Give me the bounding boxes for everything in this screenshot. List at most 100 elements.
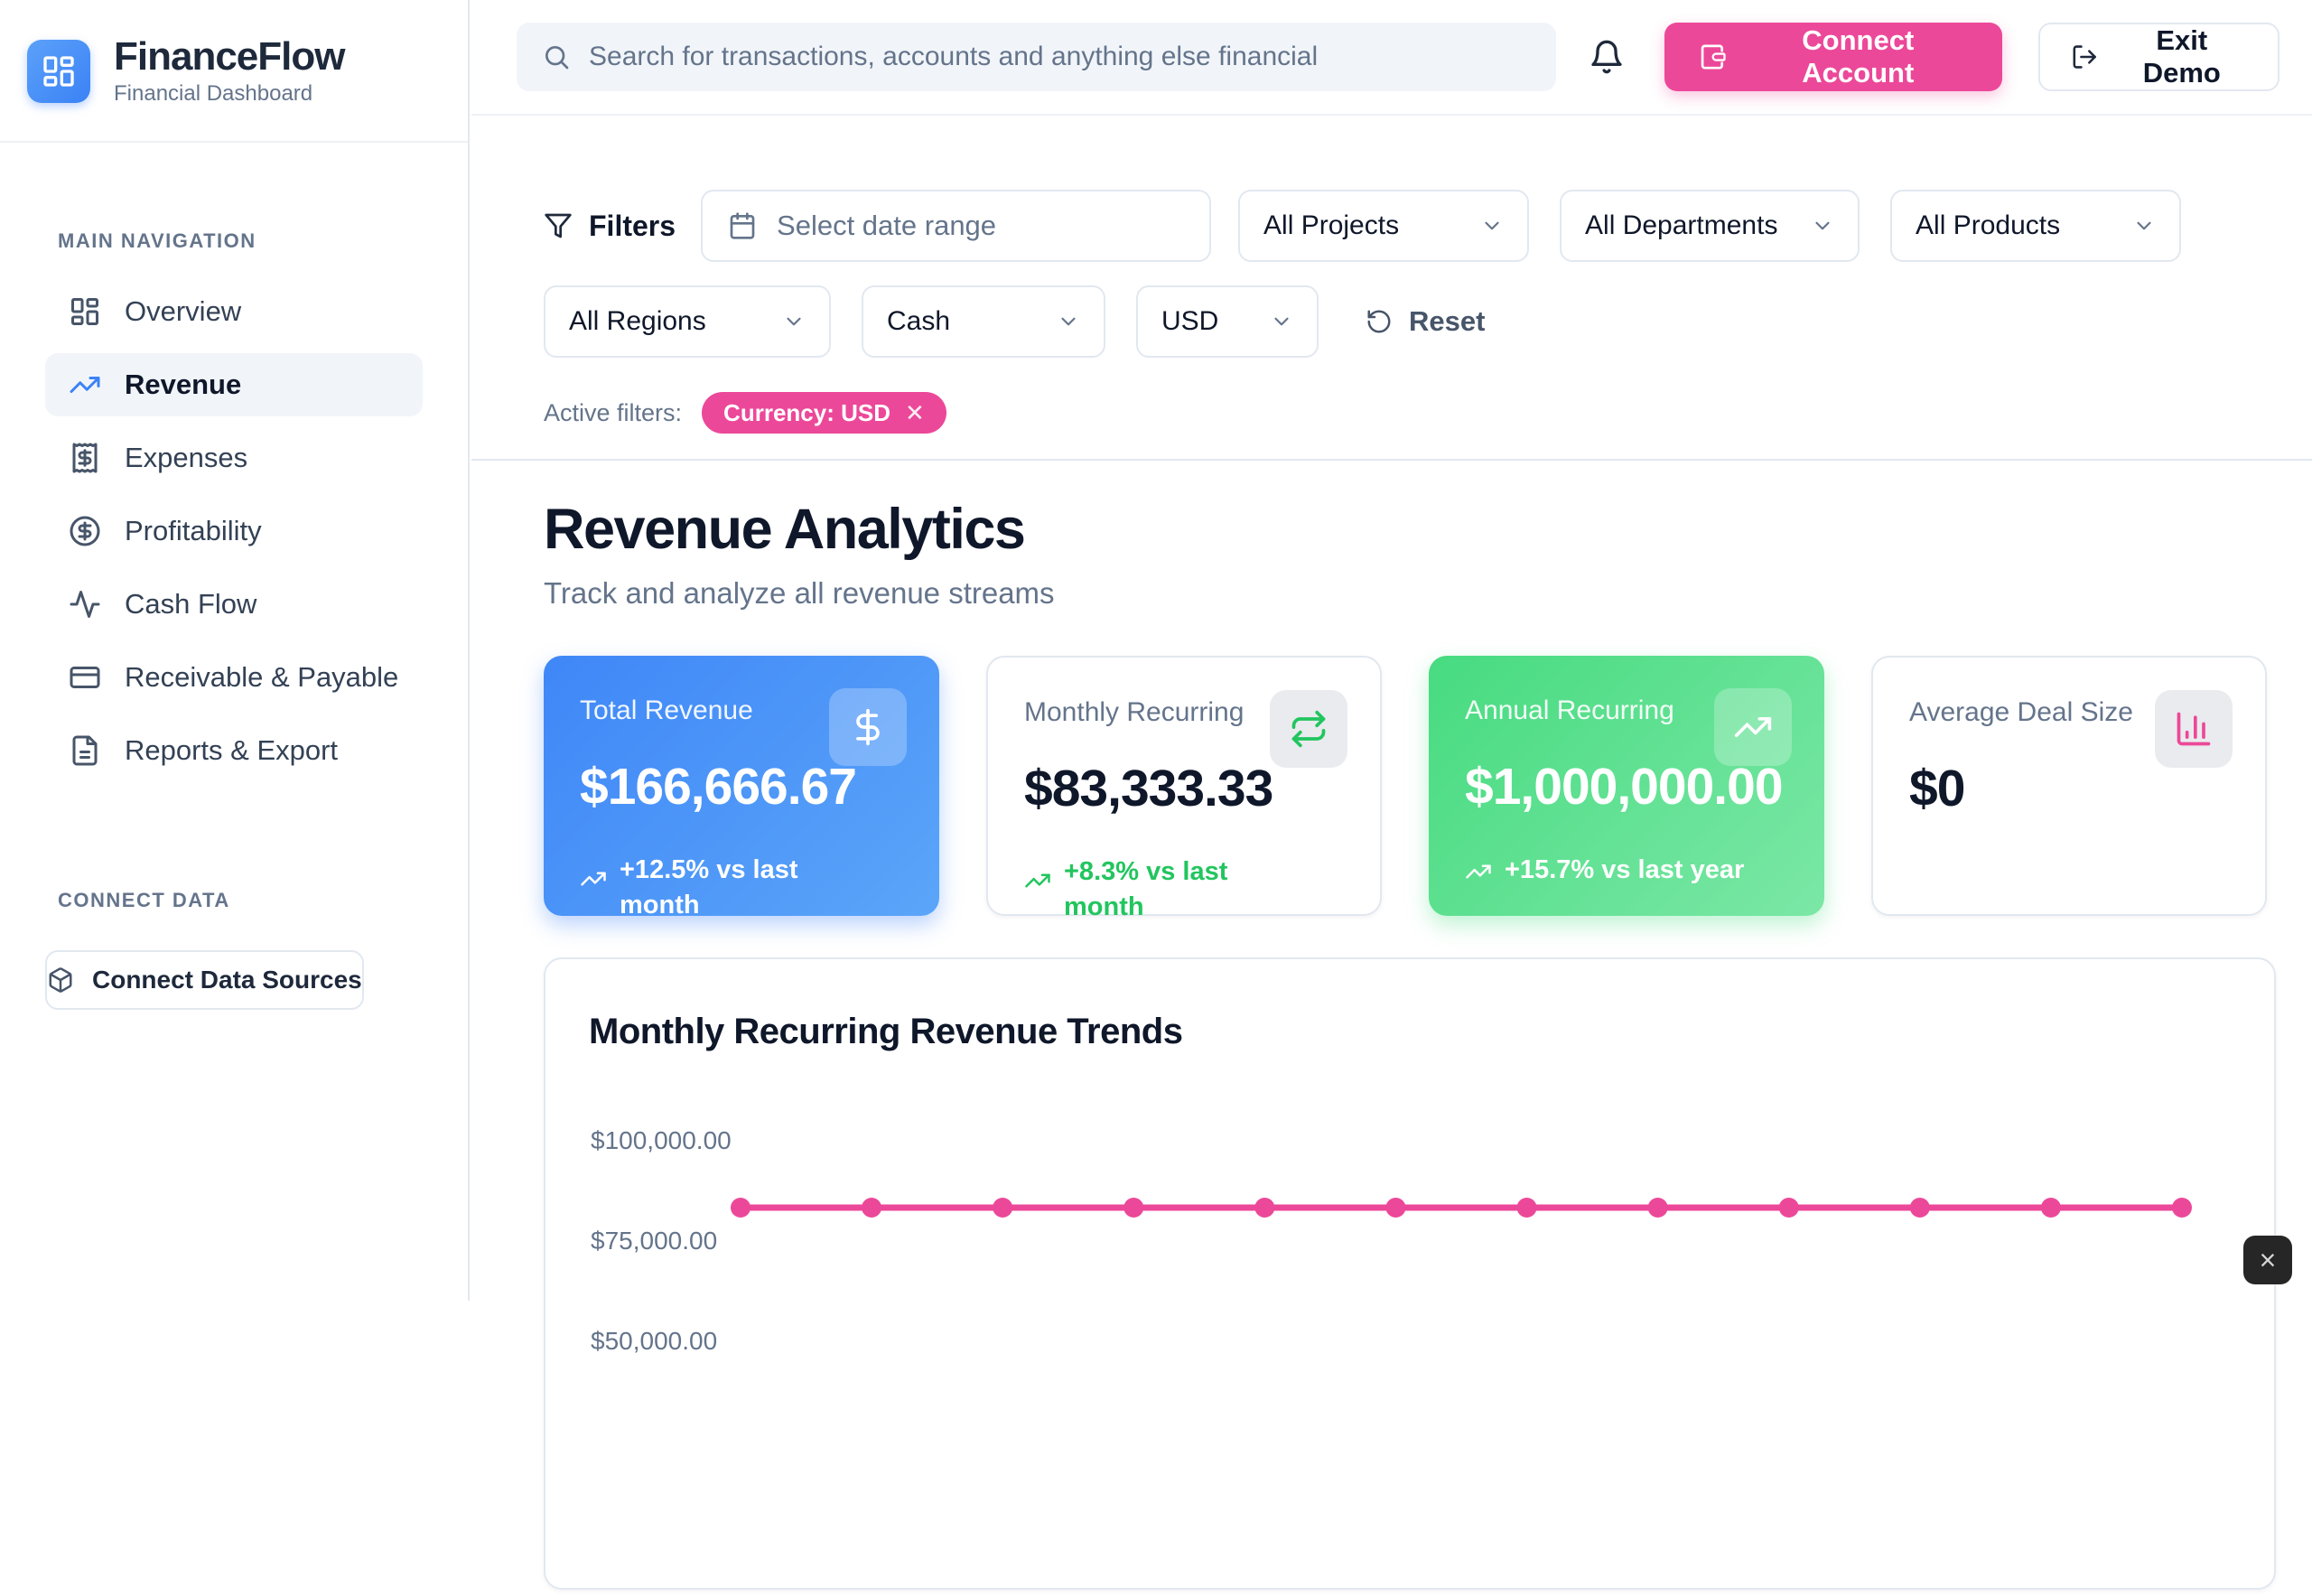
trending-up-icon xyxy=(1733,707,1773,747)
credit-card-icon xyxy=(69,661,101,694)
mrr-line-chart[interactable]: $100,000.00 $75,000.00 $50,000.00 xyxy=(545,959,2278,1591)
sidebar-item-expenses[interactable]: Expenses xyxy=(45,426,423,490)
notifications-button[interactable] xyxy=(1589,39,1625,75)
regions-dropdown[interactable]: All Regions xyxy=(544,285,831,358)
remove-filter-icon[interactable]: ✕ xyxy=(905,401,925,425)
data-point[interactable] xyxy=(1123,1198,1143,1218)
page-title: Revenue Analytics xyxy=(544,497,2276,562)
reset-filters-button[interactable]: Reset xyxy=(1366,305,1485,338)
departments-dropdown-value: All Departments xyxy=(1585,210,1777,241)
sidebar-item-overview[interactable]: Overview xyxy=(45,280,423,343)
sidebar-item-cash-flow[interactable]: Cash Flow xyxy=(45,573,423,636)
connect-account-button[interactable]: Connect Account xyxy=(1664,23,2002,91)
data-point[interactable] xyxy=(1517,1198,1537,1218)
sidebar-item-label: Profitability xyxy=(125,515,262,547)
wallet-icon xyxy=(1699,42,1728,72)
dollar-sign-icon xyxy=(848,707,888,747)
currency-dropdown-value: USD xyxy=(1161,306,1218,337)
reset-label: Reset xyxy=(1409,305,1485,338)
sidebar-item-profitability[interactable]: Profitability xyxy=(45,499,423,563)
repeat-icon xyxy=(1289,709,1328,749)
search-input[interactable] xyxy=(589,42,1531,72)
data-point[interactable] xyxy=(2041,1198,2061,1218)
app-logo xyxy=(27,40,90,103)
main-navigation: Overview Revenue Expenses Profitability xyxy=(0,253,468,782)
y-axis-tick-label: $100,000.00 xyxy=(591,1126,732,1155)
top-header: Connect Account Exit Demo xyxy=(471,0,2312,116)
chevron-down-icon xyxy=(1480,214,1504,238)
filters-label: Filters xyxy=(589,210,676,243)
rotate-ccw-icon xyxy=(1366,308,1393,335)
date-range-input[interactable] xyxy=(777,210,1184,242)
sidebar-item-label: Receivable & Payable xyxy=(125,661,398,694)
accounting-method-dropdown[interactable]: Cash xyxy=(862,285,1105,358)
filters-row-2: All Regions Cash USD Reset xyxy=(544,285,2276,358)
filter-icon xyxy=(544,211,573,240)
sidebar-item-label: Reports & Export xyxy=(125,734,338,767)
trending-up-icon xyxy=(1465,858,1492,885)
sidebar-item-label: Revenue xyxy=(125,369,241,401)
exit-demo-button[interactable]: Exit Demo xyxy=(2038,23,2279,91)
mrr-trends-chart-card: Monthly Recurring Revenue Trends $100,00… xyxy=(544,957,2276,1590)
kpi-icon-box xyxy=(2155,690,2233,768)
products-dropdown[interactable]: All Products xyxy=(1890,190,2181,262)
search-icon xyxy=(542,42,571,71)
chevron-down-icon xyxy=(1270,310,1293,333)
kpi-card-monthly-recurring: Monthly Recurring $83,333.33 +8.3% vs la… xyxy=(986,656,1382,916)
filters-panel: Filters All Projects All Departments All… xyxy=(471,116,2312,461)
receipt-icon xyxy=(69,442,101,474)
projects-dropdown[interactable]: All Projects xyxy=(1238,190,1529,262)
active-filter-chip-currency[interactable]: Currency: USD ✕ xyxy=(702,392,946,434)
sidebar-item-revenue[interactable]: Revenue xyxy=(45,353,423,416)
connect-data-section-label: CONNECT DATA xyxy=(0,889,468,912)
accounting-method-value: Cash xyxy=(887,306,950,337)
line-series xyxy=(545,959,2278,1591)
active-filters-row: Active filters: Currency: USD ✕ xyxy=(544,392,2276,434)
currency-dropdown[interactable]: USD xyxy=(1136,285,1319,358)
page-subtitle: Track and analyze all revenue streams xyxy=(544,576,2276,611)
log-out-icon xyxy=(2071,42,2098,71)
chevron-down-icon xyxy=(1057,310,1080,333)
trending-up-icon xyxy=(580,865,607,892)
data-point[interactable] xyxy=(862,1198,881,1218)
bar-chart-icon xyxy=(2174,709,2214,749)
connect-data-sources-label: Connect Data Sources xyxy=(92,966,362,994)
data-point[interactable] xyxy=(731,1198,750,1218)
connect-data-sources-button[interactable]: Connect Data Sources xyxy=(45,950,364,1010)
filters-title: Filters xyxy=(544,210,676,243)
date-range-picker[interactable] xyxy=(701,190,1211,262)
data-point[interactable] xyxy=(1648,1198,1668,1218)
activity-icon xyxy=(69,588,101,621)
regions-dropdown-value: All Regions xyxy=(569,306,706,337)
kpi-icon-box xyxy=(1714,688,1792,766)
kpi-card-annual-recurring: Annual Recurring $1,000,000.00 +15.7% vs… xyxy=(1429,656,1824,916)
y-axis-tick-label: $75,000.00 xyxy=(591,1227,717,1255)
layout-dashboard-icon xyxy=(69,295,101,328)
sidebar-item-label: Overview xyxy=(125,295,241,328)
products-dropdown-value: All Products xyxy=(1916,210,2060,241)
data-point[interactable] xyxy=(2172,1198,2192,1218)
sidebar-item-label: Expenses xyxy=(125,442,247,474)
data-point[interactable] xyxy=(1910,1198,1930,1218)
data-point[interactable] xyxy=(1254,1198,1274,1218)
trending-up-icon xyxy=(1024,867,1051,894)
data-point[interactable] xyxy=(1385,1198,1405,1218)
bell-icon xyxy=(1589,39,1625,75)
circle-dollar-icon xyxy=(69,515,101,547)
sidebar-item-reports-export[interactable]: Reports & Export xyxy=(45,719,423,782)
sidebar-item-receivable-payable[interactable]: Receivable & Payable xyxy=(45,646,423,709)
calendar-icon xyxy=(728,211,757,240)
filters-row-1: Filters All Projects All Departments All… xyxy=(544,190,2276,262)
departments-dropdown[interactable]: All Departments xyxy=(1560,190,1860,262)
active-filters-label: Active filters: xyxy=(544,399,682,427)
app-subtitle: Financial Dashboard xyxy=(114,81,344,107)
kpi-delta: +8.3% vs last month xyxy=(1024,854,1344,925)
nav-section-label: MAIN NAVIGATION xyxy=(0,229,468,253)
box-icon xyxy=(47,966,74,994)
data-point[interactable] xyxy=(1779,1198,1799,1218)
layout-dashboard-icon xyxy=(41,53,77,89)
y-axis-tick-label: $50,000.00 xyxy=(591,1327,717,1356)
kpi-cards-row: Total Revenue $166,666.67 +12.5% vs last… xyxy=(544,656,2276,916)
data-point[interactable] xyxy=(993,1198,1012,1218)
dismiss-overlay-button[interactable]: × xyxy=(2243,1236,2292,1284)
